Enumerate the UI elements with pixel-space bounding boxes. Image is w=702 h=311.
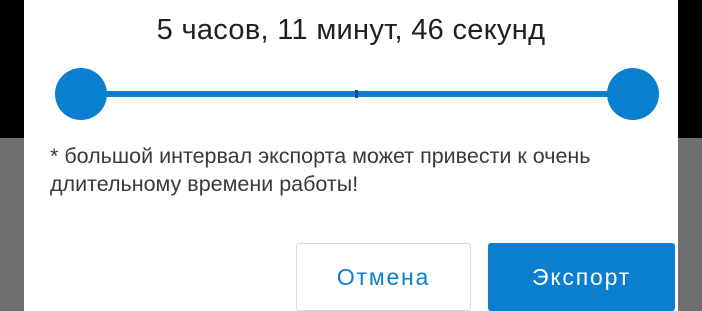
backdrop-right (678, 0, 702, 311)
cancel-button[interactable]: Отмена (296, 243, 471, 311)
export-dialog: 5 часов, 11 минут, 46 секунд * большой и… (24, 0, 678, 311)
backdrop-right-dark (678, 0, 702, 138)
range-start-handle[interactable] (55, 68, 107, 120)
export-range-slider[interactable] (55, 68, 659, 120)
backdrop-right-dim (678, 138, 702, 311)
export-button[interactable]: Экспорт (488, 243, 675, 311)
backdrop-left-dim (0, 138, 24, 311)
backdrop-left (0, 0, 24, 311)
warning-note: * большой интервал экспорта может привес… (50, 144, 591, 196)
range-mid-tick (355, 90, 358, 98)
screen: 5 часов, 11 минут, 46 секунд * большой и… (0, 0, 702, 311)
duration-label: 5 часов, 11 минут, 46 секунд (156, 14, 546, 46)
backdrop-left-dark (0, 0, 24, 138)
range-end-handle[interactable] (607, 68, 659, 120)
